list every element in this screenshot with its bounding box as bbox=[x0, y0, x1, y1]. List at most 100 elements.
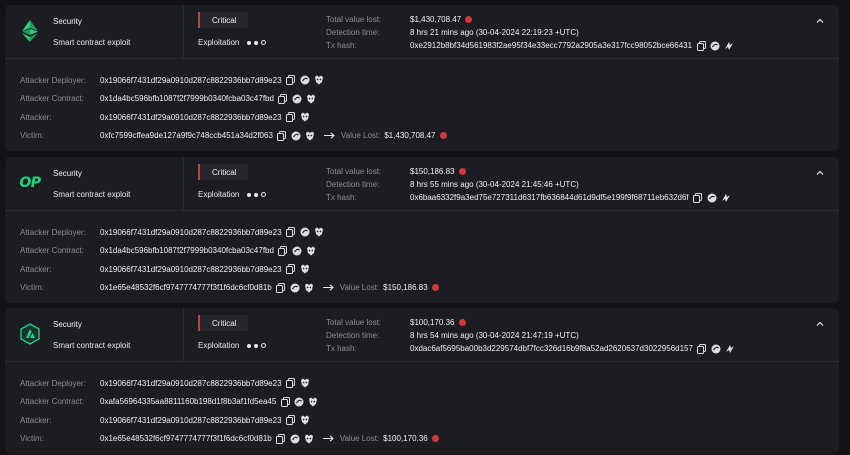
attacker-deployer-label: Attacker Deployer: bbox=[20, 378, 86, 388]
incident-subcategory: Smart contract exploit bbox=[53, 190, 131, 199]
explorer-icon[interactable] bbox=[711, 344, 721, 354]
explorer-icon[interactable] bbox=[707, 193, 717, 203]
stage-indicator: Exploitation bbox=[198, 190, 267, 199]
debank-icon[interactable] bbox=[300, 415, 310, 425]
victim-row: Victim: 0x1e65e48532f6cf9747774777f3f1f6… bbox=[5, 430, 839, 449]
copy-icon[interactable] bbox=[276, 433, 286, 444]
incident-meta: Total value lost: $1,430,708.47 Detection… bbox=[326, 13, 734, 52]
victim-address[interactable]: 0x1e65e48532f6cf9747774777f3f1f6dc6cf0d8… bbox=[100, 283, 272, 292]
divider bbox=[183, 308, 184, 362]
severity-label: Critical bbox=[212, 167, 237, 177]
collapse-chevron-icon[interactable] bbox=[815, 318, 825, 328]
attacker-deployer-label: Attacker Deployer: bbox=[20, 75, 86, 85]
attacker-contract-address[interactable]: 0x1da4bc596bfb1087f2f7999b0340fcba03c47f… bbox=[100, 246, 274, 255]
stage-progress-dots bbox=[247, 40, 267, 45]
total-value-lost-label: Total value lost: bbox=[326, 167, 382, 176]
explorer-icon[interactable] bbox=[292, 94, 302, 104]
copy-icon[interactable] bbox=[280, 396, 290, 407]
explorer-icon[interactable] bbox=[300, 75, 310, 85]
incident-category: Security bbox=[53, 17, 82, 26]
attacker-contract-row: Attacker Contract: 0xafa56964335aa881116… bbox=[5, 393, 839, 412]
incident-card: Security Smart contract exploit Critical… bbox=[5, 5, 839, 151]
explorer-icon[interactable] bbox=[710, 41, 720, 51]
copy-icon[interactable] bbox=[286, 112, 296, 123]
attacker-label: Attacker: bbox=[20, 112, 52, 122]
attacker-contract-address[interactable]: 0xafa56964335aa8811160b198d1f8b3af1fd5ea… bbox=[100, 397, 276, 406]
stage-progress-dots bbox=[247, 192, 267, 197]
attacker-deployer-address[interactable]: 0x19066f7431df29a0910d287c8822936bb7d89e… bbox=[100, 76, 282, 85]
copy-icon[interactable] bbox=[286, 415, 296, 426]
debank-icon[interactable] bbox=[314, 75, 324, 85]
attacker-contract-address[interactable]: 0x1da4bc596bfb1087f2f7999b0340fcba03c47f… bbox=[100, 94, 274, 103]
debank-icon[interactable] bbox=[300, 112, 310, 122]
copy-icon[interactable] bbox=[286, 264, 296, 275]
detection-time: 8 hrs 55 mins ago (30-04-2024 21:45:46 +… bbox=[410, 180, 579, 189]
attacker-address[interactable]: 0x19066f7431df29a0910d287c8822936bb7d89e… bbox=[100, 265, 282, 274]
debank-icon[interactable] bbox=[300, 378, 310, 388]
copy-icon[interactable] bbox=[696, 40, 706, 51]
explorer-icon[interactable] bbox=[290, 283, 300, 293]
debank-icon[interactable] bbox=[304, 283, 314, 293]
victim-row: Victim: 0x1e65e48532f6cf9747774777f3f1f6… bbox=[5, 279, 839, 298]
tx-hash[interactable]: 0x6baa6332f9a3ed75e727311d6317fb636844d6… bbox=[410, 193, 689, 202]
copy-icon[interactable] bbox=[286, 378, 296, 389]
explorer-icon[interactable] bbox=[291, 131, 301, 141]
debank-icon[interactable] bbox=[305, 131, 315, 141]
ethereum-classic-icon bbox=[19, 20, 41, 42]
incident-details: Attacker Deployer: 0x19066f7431df29a0910… bbox=[5, 59, 839, 145]
attacker-row: Attacker: 0x19066f7431df29a0910d287c8822… bbox=[5, 108, 839, 127]
tenderly-icon[interactable] bbox=[724, 41, 734, 51]
arrow-right-icon bbox=[322, 284, 334, 291]
incident-meta: Total value lost: $150,186.83 Detection t… bbox=[326, 165, 731, 204]
severity-label: Critical bbox=[212, 318, 237, 328]
explorer-icon[interactable] bbox=[290, 434, 300, 444]
debank-icon[interactable] bbox=[306, 94, 316, 104]
collapse-chevron-icon[interactable] bbox=[815, 15, 825, 25]
attacker-label: Attacker: bbox=[20, 264, 52, 274]
copy-icon[interactable] bbox=[286, 75, 296, 86]
victim-address[interactable]: 0xfc7599cffea9de127a9f9c748ccb451a34d2f0… bbox=[100, 131, 273, 140]
tx-hash[interactable]: 0xe2912b8bf34d561983f2ae95f34e33ecc7792a… bbox=[410, 41, 692, 50]
explorer-icon[interactable] bbox=[300, 227, 310, 237]
tenderly-icon[interactable] bbox=[721, 193, 731, 203]
total-value-lost: $1,430,708.47 bbox=[410, 15, 462, 24]
victim-label: Victim: bbox=[20, 131, 44, 141]
copy-icon[interactable] bbox=[693, 192, 703, 203]
copy-icon[interactable] bbox=[278, 245, 288, 256]
detection-time-label: Detection time: bbox=[326, 331, 380, 340]
incident-category: Security bbox=[53, 320, 82, 329]
explorer-icon[interactable] bbox=[294, 397, 304, 407]
copy-icon[interactable] bbox=[277, 130, 287, 141]
severity-badge: Critical bbox=[198, 164, 248, 180]
debank-icon[interactable] bbox=[300, 264, 310, 274]
incident-summary: Security Smart contract exploit Critical… bbox=[5, 5, 839, 59]
victim-address[interactable]: 0x1e65e48532f6cf9747774777f3f1f6dc6cf0d8… bbox=[100, 434, 272, 443]
debank-icon[interactable] bbox=[308, 397, 318, 407]
attacker-address[interactable]: 0x19066f7431df29a0910d287c8822936bb7d89e… bbox=[100, 113, 282, 122]
attacker-contract-row: Attacker Contract: 0x1da4bc596bfb1087f2f… bbox=[5, 90, 839, 109]
copy-icon[interactable] bbox=[286, 227, 296, 238]
copy-icon[interactable] bbox=[276, 282, 286, 293]
collapse-chevron-icon[interactable] bbox=[815, 167, 825, 177]
incident-summary: OP Security Smart contract exploit Criti… bbox=[5, 157, 839, 211]
incident-subcategory: Smart contract exploit bbox=[53, 341, 131, 350]
total-value-lost: $150,186.83 bbox=[410, 167, 455, 176]
debank-icon[interactable] bbox=[306, 246, 316, 256]
victim-value-lost: $1,430,708.47 bbox=[384, 131, 436, 141]
copy-icon[interactable] bbox=[697, 343, 707, 354]
arrow-right-icon bbox=[322, 435, 334, 442]
tenderly-icon[interactable] bbox=[725, 344, 735, 354]
victim-label: Victim: bbox=[20, 434, 44, 444]
alert-dot-icon bbox=[431, 435, 439, 443]
tx-hash-label: Tx hash: bbox=[326, 344, 357, 353]
victim-value-lost: $150,186.83 bbox=[383, 283, 428, 293]
attacker-deployer-row: Attacker Deployer: 0x19066f7431df29a0910… bbox=[5, 374, 839, 393]
attacker-deployer-address[interactable]: 0x19066f7431df29a0910d287c8822936bb7d89e… bbox=[100, 379, 282, 388]
debank-icon[interactable] bbox=[314, 227, 324, 237]
attacker-deployer-address[interactable]: 0x19066f7431df29a0910d287c8822936bb7d89e… bbox=[100, 228, 282, 237]
copy-icon[interactable] bbox=[278, 93, 288, 104]
debank-icon[interactable] bbox=[304, 434, 314, 444]
explorer-icon[interactable] bbox=[292, 246, 302, 256]
tx-hash[interactable]: 0xdac6af5695ba00b3d229574dbf7fcc326d16b9… bbox=[410, 344, 693, 353]
attacker-address[interactable]: 0x19066f7431df29a0910d287c8822936bb7d89e… bbox=[100, 416, 282, 425]
